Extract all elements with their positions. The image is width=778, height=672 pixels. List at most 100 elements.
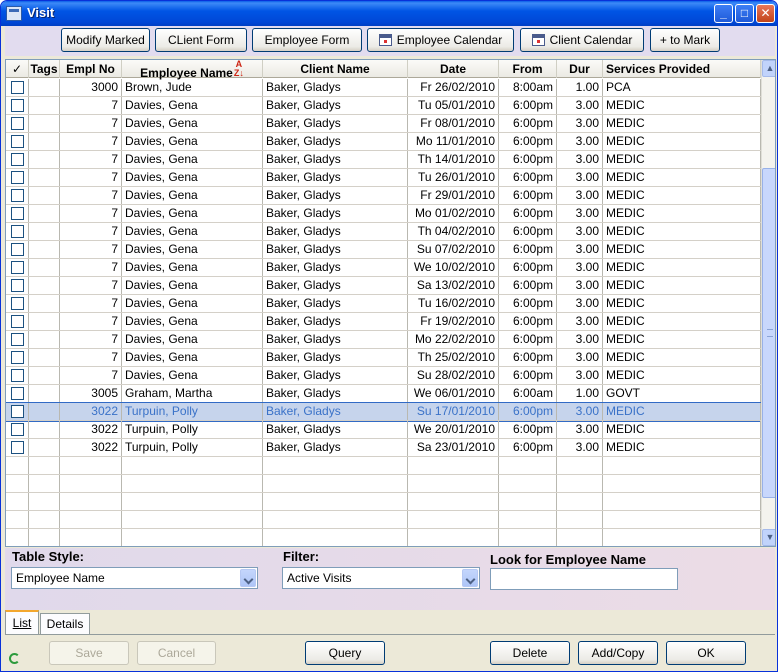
empty-table-row[interactable]	[6, 511, 761, 529]
table-row[interactable]: 7 Davies, Gena Baker, Gladys Mo 22/02/2010 6…	[6, 331, 761, 349]
title-bar[interactable]: Visit _ □ ✕	[1, 1, 777, 26]
row-checkbox-cell[interactable]	[6, 295, 29, 312]
row-checkbox-cell[interactable]	[6, 79, 29, 96]
add-to-mark-button[interactable]: + to Mark	[650, 28, 720, 52]
table-row[interactable]: 3000 Brown, Jude Baker, Gladys Fr 26/02/201…	[6, 79, 761, 97]
row-checkbox[interactable]	[11, 81, 24, 94]
table-row[interactable]: 7 Davies, Gena Baker, Gladys Fr 08/01/2010 6…	[6, 115, 761, 133]
row-checkbox-cell[interactable]	[6, 313, 29, 330]
header-date[interactable]: Date	[408, 60, 499, 78]
row-checkbox-cell[interactable]	[6, 331, 29, 348]
chevron-down-icon[interactable]	[462, 569, 478, 587]
filter-select[interactable]: Active Visits	[282, 567, 480, 589]
row-checkbox[interactable]	[11, 297, 24, 310]
table-row[interactable]: 7 Davies, Gena Baker, Gladys Fr 19/02/2010 6…	[6, 313, 761, 331]
tab-list[interactable]: List	[5, 610, 39, 634]
employee-form-button[interactable]: Employee Form	[252, 28, 362, 52]
row-checkbox-cell[interactable]	[6, 421, 29, 438]
header-from[interactable]: From	[499, 60, 557, 78]
table-row[interactable]: 3022 Turpuin, Polly Baker, Gladys We 20/01/…	[6, 421, 761, 439]
row-checkbox-cell[interactable]	[6, 115, 29, 132]
row-checkbox[interactable]	[11, 279, 24, 292]
row-checkbox-cell[interactable]	[6, 349, 29, 366]
vertical-scrollbar[interactable]: ▲ ▼	[761, 60, 775, 546]
row-checkbox[interactable]	[11, 405, 24, 418]
add-copy-button[interactable]: Add/Copy	[578, 641, 658, 665]
row-checkbox-cell[interactable]	[6, 439, 29, 456]
modify-marked-button[interactable]: Modify Marked	[61, 28, 150, 52]
empty-table-row[interactable]	[6, 529, 761, 546]
ok-button[interactable]: OK	[666, 641, 746, 665]
row-checkbox-cell[interactable]	[6, 241, 29, 258]
header-check[interactable]: ✓	[6, 60, 29, 78]
row-checkbox[interactable]	[11, 117, 24, 130]
table-row[interactable]: 7 Davies, Gena Baker, Gladys Fr 29/01/2010 6…	[6, 187, 761, 205]
header-dur[interactable]: Dur	[557, 60, 603, 78]
table-row[interactable]: 7 Davies, Gena Baker, Gladys Sa 13/02/2010 6…	[6, 277, 761, 295]
header-client-name[interactable]: Client Name	[263, 60, 408, 78]
row-checkbox-cell[interactable]	[6, 205, 29, 222]
row-checkbox-cell[interactable]	[6, 277, 29, 294]
row-checkbox[interactable]	[11, 441, 24, 454]
row-checkbox-cell[interactable]	[6, 169, 29, 186]
visits-table[interactable]: ✓ Tags Empl No Employee NameA Z↓ Client N…	[5, 59, 776, 547]
row-checkbox[interactable]	[11, 225, 24, 238]
row-checkbox[interactable]	[11, 261, 24, 274]
row-checkbox[interactable]	[11, 243, 24, 256]
scroll-up-icon[interactable]: ▲	[762, 60, 775, 77]
client-calendar-button[interactable]: Client Calendar	[520, 28, 644, 52]
save-button[interactable]: Save	[49, 641, 129, 665]
table-row[interactable]: 3022 Turpuin, Polly Baker, Gladys Sa 23/01/…	[6, 439, 761, 457]
chevron-down-icon[interactable]	[240, 569, 256, 587]
table-row[interactable]: 7 Davies, Gena Baker, Gladys Tu 26/01/2010 6…	[6, 169, 761, 187]
row-checkbox[interactable]	[11, 315, 24, 328]
header-tags[interactable]: Tags	[29, 60, 60, 78]
minimize-button[interactable]: _	[714, 4, 733, 23]
row-checkbox-cell[interactable]	[6, 151, 29, 168]
scroll-down-icon[interactable]: ▼	[762, 529, 775, 546]
table-row[interactable]: 7 Davies, Gena Baker, Gladys Su 28/02/2010 6…	[6, 367, 761, 385]
table-style-select[interactable]: Employee Name	[11, 567, 258, 589]
row-checkbox[interactable]	[11, 369, 24, 382]
row-checkbox[interactable]	[11, 333, 24, 346]
empty-table-row[interactable]	[6, 457, 761, 475]
close-button[interactable]: ✕	[756, 4, 775, 23]
header-employee-name[interactable]: Employee NameA Z↓	[122, 60, 263, 80]
table-row[interactable]: 7 Davies, Gena Baker, Gladys Th 04/02/2010 6…	[6, 223, 761, 241]
table-row[interactable]: 7 Davies, Gena Baker, Gladys Su 07/02/2010 6…	[6, 241, 761, 259]
table-row[interactable]: 7 Davies, Gena Baker, Gladys Mo 01/02/2010 6…	[6, 205, 761, 223]
empty-table-row[interactable]	[6, 475, 761, 493]
row-checkbox-cell[interactable]	[6, 133, 29, 150]
header-empl-no[interactable]: Empl No	[60, 60, 122, 78]
row-checkbox[interactable]	[11, 153, 24, 166]
query-button[interactable]: Query	[305, 641, 385, 665]
table-row[interactable]: 7 Davies, Gena Baker, Gladys Mo 11/01/2010 6…	[6, 133, 761, 151]
table-row[interactable]: 7 Davies, Gena Baker, Gladys We 10/02/2010 6…	[6, 259, 761, 277]
row-checkbox[interactable]	[11, 351, 24, 364]
row-checkbox-cell[interactable]	[6, 187, 29, 204]
row-checkbox-cell[interactable]	[6, 223, 29, 240]
row-checkbox[interactable]	[11, 189, 24, 202]
table-row[interactable]: 7 Davies, Gena Baker, Gladys Th 14/01/2010 6…	[6, 151, 761, 169]
row-checkbox[interactable]	[11, 135, 24, 148]
row-checkbox[interactable]	[11, 423, 24, 436]
row-checkbox-cell[interactable]	[6, 259, 29, 276]
row-checkbox[interactable]	[11, 387, 24, 400]
tab-details[interactable]: Details	[40, 613, 90, 634]
row-checkbox-cell[interactable]	[6, 385, 29, 402]
row-checkbox[interactable]	[11, 171, 24, 184]
table-row[interactable]: 7 Davies, Gena Baker, Gladys Th 25/02/2010 6…	[6, 349, 761, 367]
empty-table-row[interactable]	[6, 493, 761, 511]
row-checkbox[interactable]	[11, 99, 24, 112]
table-row[interactable]: 7 Davies, Gena Baker, Gladys Tu 05/01/2010 6…	[6, 97, 761, 115]
delete-button[interactable]: Delete	[490, 641, 570, 665]
table-row[interactable]: 3022 Turpuin, Polly Baker, Gladys Su 17/01/…	[6, 402, 762, 422]
header-services[interactable]: Services Provided	[603, 60, 761, 78]
client-form-button[interactable]: CLient Form	[155, 28, 247, 52]
row-checkbox[interactable]	[11, 207, 24, 220]
employee-calendar-button[interactable]: Employee Calendar	[367, 28, 514, 52]
look-for-input[interactable]	[490, 568, 678, 590]
cancel-button[interactable]: Cancel	[137, 641, 216, 665]
table-row[interactable]: 3005 Graham, Martha Baker, Gladys We 06/01/…	[6, 385, 761, 403]
scroll-thumb[interactable]	[762, 168, 775, 498]
